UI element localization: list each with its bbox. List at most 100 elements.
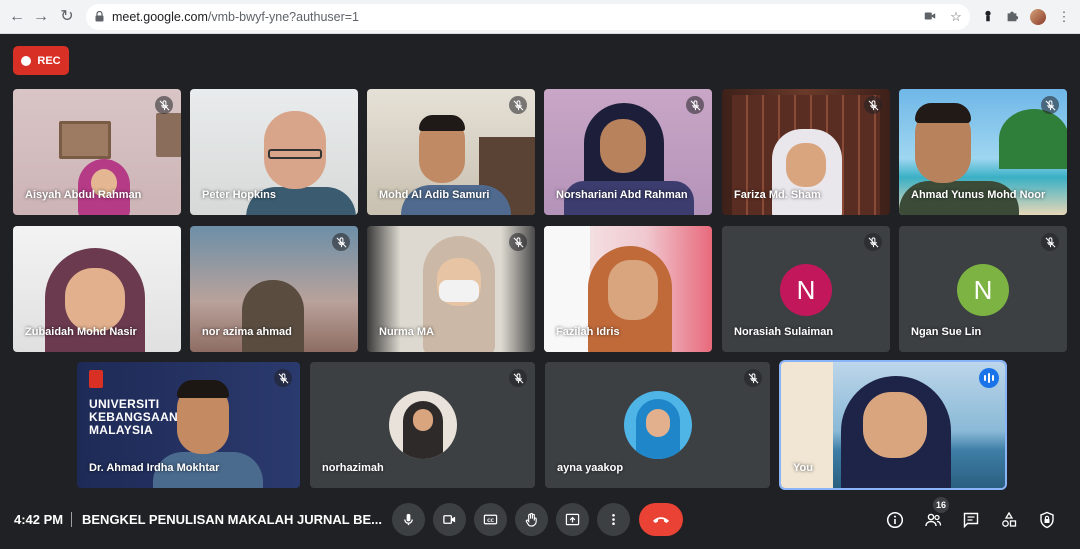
speaking-indicator-icon	[979, 368, 999, 388]
recording-label: REC	[37, 54, 61, 67]
info-icon	[886, 511, 904, 529]
mic-button[interactable]	[392, 503, 425, 536]
participant-avatar: N	[780, 264, 832, 316]
meeting-title: BENGKEL PENULISAN MAKALAH JURNAL BE...	[82, 512, 382, 527]
participant-face	[65, 268, 125, 332]
url-domain: meet.google.com	[112, 10, 208, 24]
mic-muted-icon	[686, 96, 704, 114]
activities-button[interactable]	[998, 509, 1020, 531]
mic-icon	[404, 513, 413, 526]
participant-tile[interactable]: Norshariani Abd Rahman	[544, 89, 712, 215]
participant-face	[600, 119, 646, 173]
participant-name: Dr. Ahmad Irdha Mokhtar	[89, 462, 220, 474]
background-text-line: MALAYSIA	[89, 423, 153, 437]
leave-call-button[interactable]	[639, 503, 683, 536]
star-icon[interactable]: ☆	[948, 9, 964, 25]
lock-icon[interactable]	[95, 11, 104, 22]
camera-icon	[443, 515, 456, 524]
raise-hand-button[interactable]	[515, 503, 548, 536]
people-icon	[925, 513, 942, 527]
host-controls-icon	[1040, 511, 1054, 529]
participant-name: Zubaidah Mohd Nasir	[25, 326, 137, 338]
chat-button[interactable]	[960, 509, 982, 531]
back-icon[interactable]: ←	[8, 8, 26, 26]
participant-name: Mohd Al Adib Samuri	[379, 189, 490, 201]
url-text: meet.google.com/vmb-bwyf-yne?authuser=1	[112, 10, 359, 24]
more-options-button[interactable]	[597, 503, 630, 536]
participant-tile[interactable]: ayna yaakop	[545, 362, 770, 488]
hair	[419, 115, 465, 131]
participant-tile[interactable]: Ahmad Yunus Mohd Noor	[899, 89, 1067, 215]
mic-muted-icon	[864, 96, 882, 114]
captions-icon: CC	[483, 514, 498, 525]
participant-tile[interactable]: Aisyah Abdul Rahman	[13, 89, 181, 215]
camera-button[interactable]	[433, 503, 466, 536]
reload-icon[interactable]: ↻	[58, 8, 76, 26]
extension-icon[interactable]	[980, 9, 996, 25]
mic-muted-icon	[509, 233, 527, 251]
mic-muted-icon	[155, 96, 173, 114]
participant-video	[242, 280, 304, 352]
mic-muted-icon	[1041, 96, 1059, 114]
more-options-icon	[612, 513, 615, 526]
participant-avatar	[389, 391, 457, 459]
mic-muted-icon	[274, 369, 292, 387]
present-button[interactable]	[556, 503, 589, 536]
forward-icon[interactable]: →	[32, 8, 50, 26]
participant-tile[interactable]: Zubaidah Mohd Nasir	[13, 226, 181, 352]
hangup-icon	[653, 516, 669, 523]
mic-muted-icon	[744, 369, 762, 387]
hair	[177, 380, 229, 398]
participant-tile[interactable]: Mohd Al Adib Samuri	[367, 89, 535, 215]
puzzle-icon[interactable]	[1004, 9, 1020, 25]
participant-name: norhazimah	[322, 462, 384, 474]
logo-icon	[89, 370, 103, 388]
participant-tile[interactable]: Fariza Md. Sham	[722, 89, 890, 215]
participant-tile[interactable]: N Ngan Sue Lin	[899, 226, 1067, 352]
address-bar[interactable]: meet.google.com/vmb-bwyf-yne?authuser=1 …	[86, 4, 970, 30]
participant-name: Aisyah Abdul Rahman	[25, 189, 142, 201]
captions-button[interactable]: CC	[474, 503, 507, 536]
participant-name: Ahmad Yunus Mohd Noor	[911, 189, 1046, 201]
participant-tile[interactable]: norhazimah	[310, 362, 535, 488]
hair	[915, 103, 971, 123]
participant-tile[interactable]: UNIVERSITI KEBANGSAAN MALAYSIA Dr. Ahmad…	[77, 362, 300, 488]
palm-trees	[999, 109, 1067, 169]
host-controls-button[interactable]	[1036, 509, 1058, 531]
svg-text:CC: CC	[487, 518, 494, 524]
camera-blocked-icon[interactable]	[922, 9, 938, 25]
chat-icon	[963, 512, 979, 529]
participant-name: Norshariani Abd Rahman	[556, 189, 688, 201]
present-icon	[565, 513, 580, 526]
participant-face	[786, 143, 826, 187]
profile-avatar[interactable]	[1030, 9, 1046, 25]
participant-tile[interactable]: Peter Hopkins	[190, 89, 358, 215]
mic-muted-icon	[1041, 233, 1059, 251]
participant-tile[interactable]: N Norasiah Sulaiman	[722, 226, 890, 352]
participant-tile[interactable]: Nurma MA	[367, 226, 535, 352]
divider	[71, 512, 72, 527]
face-mask	[439, 280, 479, 302]
self-view-tile[interactable]: You	[779, 360, 1007, 490]
participant-tile[interactable]: nor azima ahmad	[190, 226, 358, 352]
participant-avatar	[624, 391, 692, 459]
mic-muted-icon	[509, 369, 527, 387]
participant-name: Ngan Sue Lin	[911, 326, 982, 338]
url-path: /vmb-bwyf-yne?authuser=1	[207, 10, 360, 24]
background-text: UNIVERSITI KEBANGSAAN MALAYSIA	[89, 398, 178, 437]
participant-tile[interactable]: Fazilah Idris	[544, 226, 712, 352]
participant-name: nor azima ahmad	[202, 326, 292, 338]
recording-badge: REC	[13, 46, 69, 75]
wall-frame	[156, 113, 181, 157]
participant-face	[608, 260, 658, 320]
participant-name: Peter Hopkins	[202, 189, 276, 201]
participant-face	[863, 392, 927, 458]
mic-muted-icon	[864, 233, 882, 251]
meeting-details-button[interactable]	[884, 509, 906, 531]
wall-frame	[59, 121, 111, 159]
participant-name: Fariza Md. Sham	[734, 189, 821, 201]
activities-icon	[1002, 511, 1017, 527]
menu-icon[interactable]: ⋮	[1056, 9, 1072, 25]
mic-muted-icon	[509, 96, 527, 114]
participant-avatar: N	[957, 264, 1009, 316]
